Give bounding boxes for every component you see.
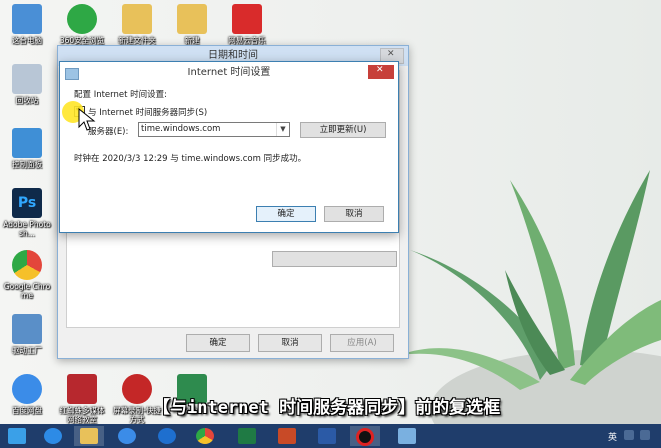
volume-icon[interactable]	[624, 430, 634, 440]
taskbar-ie-blue[interactable]	[152, 426, 182, 446]
desktop-icon-new[interactable]: 新建	[167, 4, 217, 45]
ie-icon	[44, 428, 62, 444]
chrome-icon	[12, 250, 42, 280]
cloud-icon	[118, 428, 136, 444]
desktop-icon-control-panel[interactable]: 控制面板	[2, 128, 52, 169]
taskbar: 英	[0, 424, 661, 448]
taskbar-control-panel[interactable]	[392, 426, 422, 446]
chevron-down-icon[interactable]: ▼	[276, 123, 289, 136]
computer-icon	[12, 4, 42, 34]
config-label: 配置 Internet 时间设置:	[74, 90, 168, 100]
desktop-icon-netease-music[interactable]: 网易云音乐	[222, 4, 272, 45]
record-icon	[122, 374, 152, 404]
outer-cancel-button[interactable]: 取消	[258, 334, 322, 352]
taskbar-baidu-netdisk[interactable]	[112, 426, 142, 446]
word-icon	[318, 428, 336, 444]
taskbar-excel[interactable]	[232, 426, 262, 446]
outer-ok-button[interactable]: 确定	[186, 334, 250, 352]
plant-wallpaper	[400, 170, 661, 424]
taskbar-screen-recorder[interactable]	[350, 426, 380, 446]
taskbar-file-explorer[interactable]	[74, 426, 104, 446]
record-icon	[356, 428, 374, 446]
control-panel-icon	[12, 128, 42, 158]
desktop-icon-new-folder[interactable]: 新建文件夹	[112, 4, 162, 45]
desktop-icon-photoshop[interactable]: Ps Adobe Photosh...	[2, 188, 52, 238]
folder-icon	[122, 4, 152, 34]
inner-ok-button[interactable]: 确定	[256, 206, 316, 222]
sync-checkbox-label: 与 Internet 时间服务器同步(S)	[88, 108, 208, 118]
inner-cancel-button[interactable]: 取消	[324, 206, 384, 222]
taskbar-word[interactable]	[312, 426, 342, 446]
powerpoint-icon	[278, 428, 296, 444]
server-value: time.windows.com	[141, 124, 221, 134]
browser-icon	[158, 428, 176, 444]
update-now-button[interactable]: 立即更新(U)	[300, 122, 386, 138]
taskbar-powerpoint[interactable]	[272, 426, 302, 446]
windows-start-button[interactable]	[2, 426, 32, 446]
desktop-icon-recycle-bin[interactable]: 回收站	[2, 64, 52, 105]
spider-icon	[67, 374, 97, 404]
close-icon[interactable]	[368, 65, 394, 79]
taskbar-chrome[interactable]	[190, 426, 220, 446]
video-caption: 【与internet 时间服务器同步】前的复选框	[153, 398, 501, 418]
clock-icon	[65, 68, 79, 80]
internet-time-dialog-title: Internet 时间设置	[60, 62, 398, 84]
network-icon[interactable]	[640, 430, 650, 440]
mouse-cursor-icon	[78, 108, 96, 131]
desktop-icon-driver-factory[interactable]: 驱动工厂	[2, 314, 52, 355]
desktop: 这台电脑 360安全浏览器 新建文件夹 新建 网易云音乐 回收站 控制面板 Ps…	[0, 0, 661, 424]
internet-time-dialog-body: 配置 Internet 时间设置: 与 Internet 时间服务器同步(S) …	[60, 84, 398, 232]
tray-ime-indicator[interactable]: 英	[608, 430, 617, 443]
sync-status-text: 时钟在 2020/3/3 12:29 与 time.windows.com 同步…	[74, 154, 307, 164]
change-settings-button[interactable]	[272, 251, 397, 267]
taskbar-ie[interactable]	[38, 426, 68, 446]
folder-icon	[80, 428, 98, 444]
chrome-icon	[196, 428, 214, 444]
recycle-bin-icon	[12, 64, 42, 94]
driver-icon	[12, 314, 42, 344]
server-combobox[interactable]: time.windows.com ▼	[138, 122, 290, 137]
windows-logo-icon	[8, 428, 26, 444]
browser-icon	[67, 4, 97, 34]
cloud-icon	[12, 374, 42, 404]
desktop-icon-chrome[interactable]: Google Chrome	[2, 250, 52, 300]
control-panel-icon	[398, 428, 416, 444]
desktop-icon-this-pc[interactable]: 这台电脑	[2, 4, 52, 45]
folder-icon	[177, 4, 207, 34]
excel-icon	[238, 428, 256, 444]
desktop-icon-red-spider[interactable]: 红蜘蛛多媒体网络教室	[57, 374, 107, 424]
music-icon	[232, 4, 262, 34]
outer-apply-button[interactable]: 应用(A)	[330, 334, 394, 352]
internet-time-dialog: Internet 时间设置 配置 Internet 时间设置: 与 Intern…	[59, 61, 399, 233]
desktop-icon-baidu-netdisk[interactable]: 百度网盘	[2, 374, 52, 415]
photoshop-icon: Ps	[12, 188, 42, 218]
